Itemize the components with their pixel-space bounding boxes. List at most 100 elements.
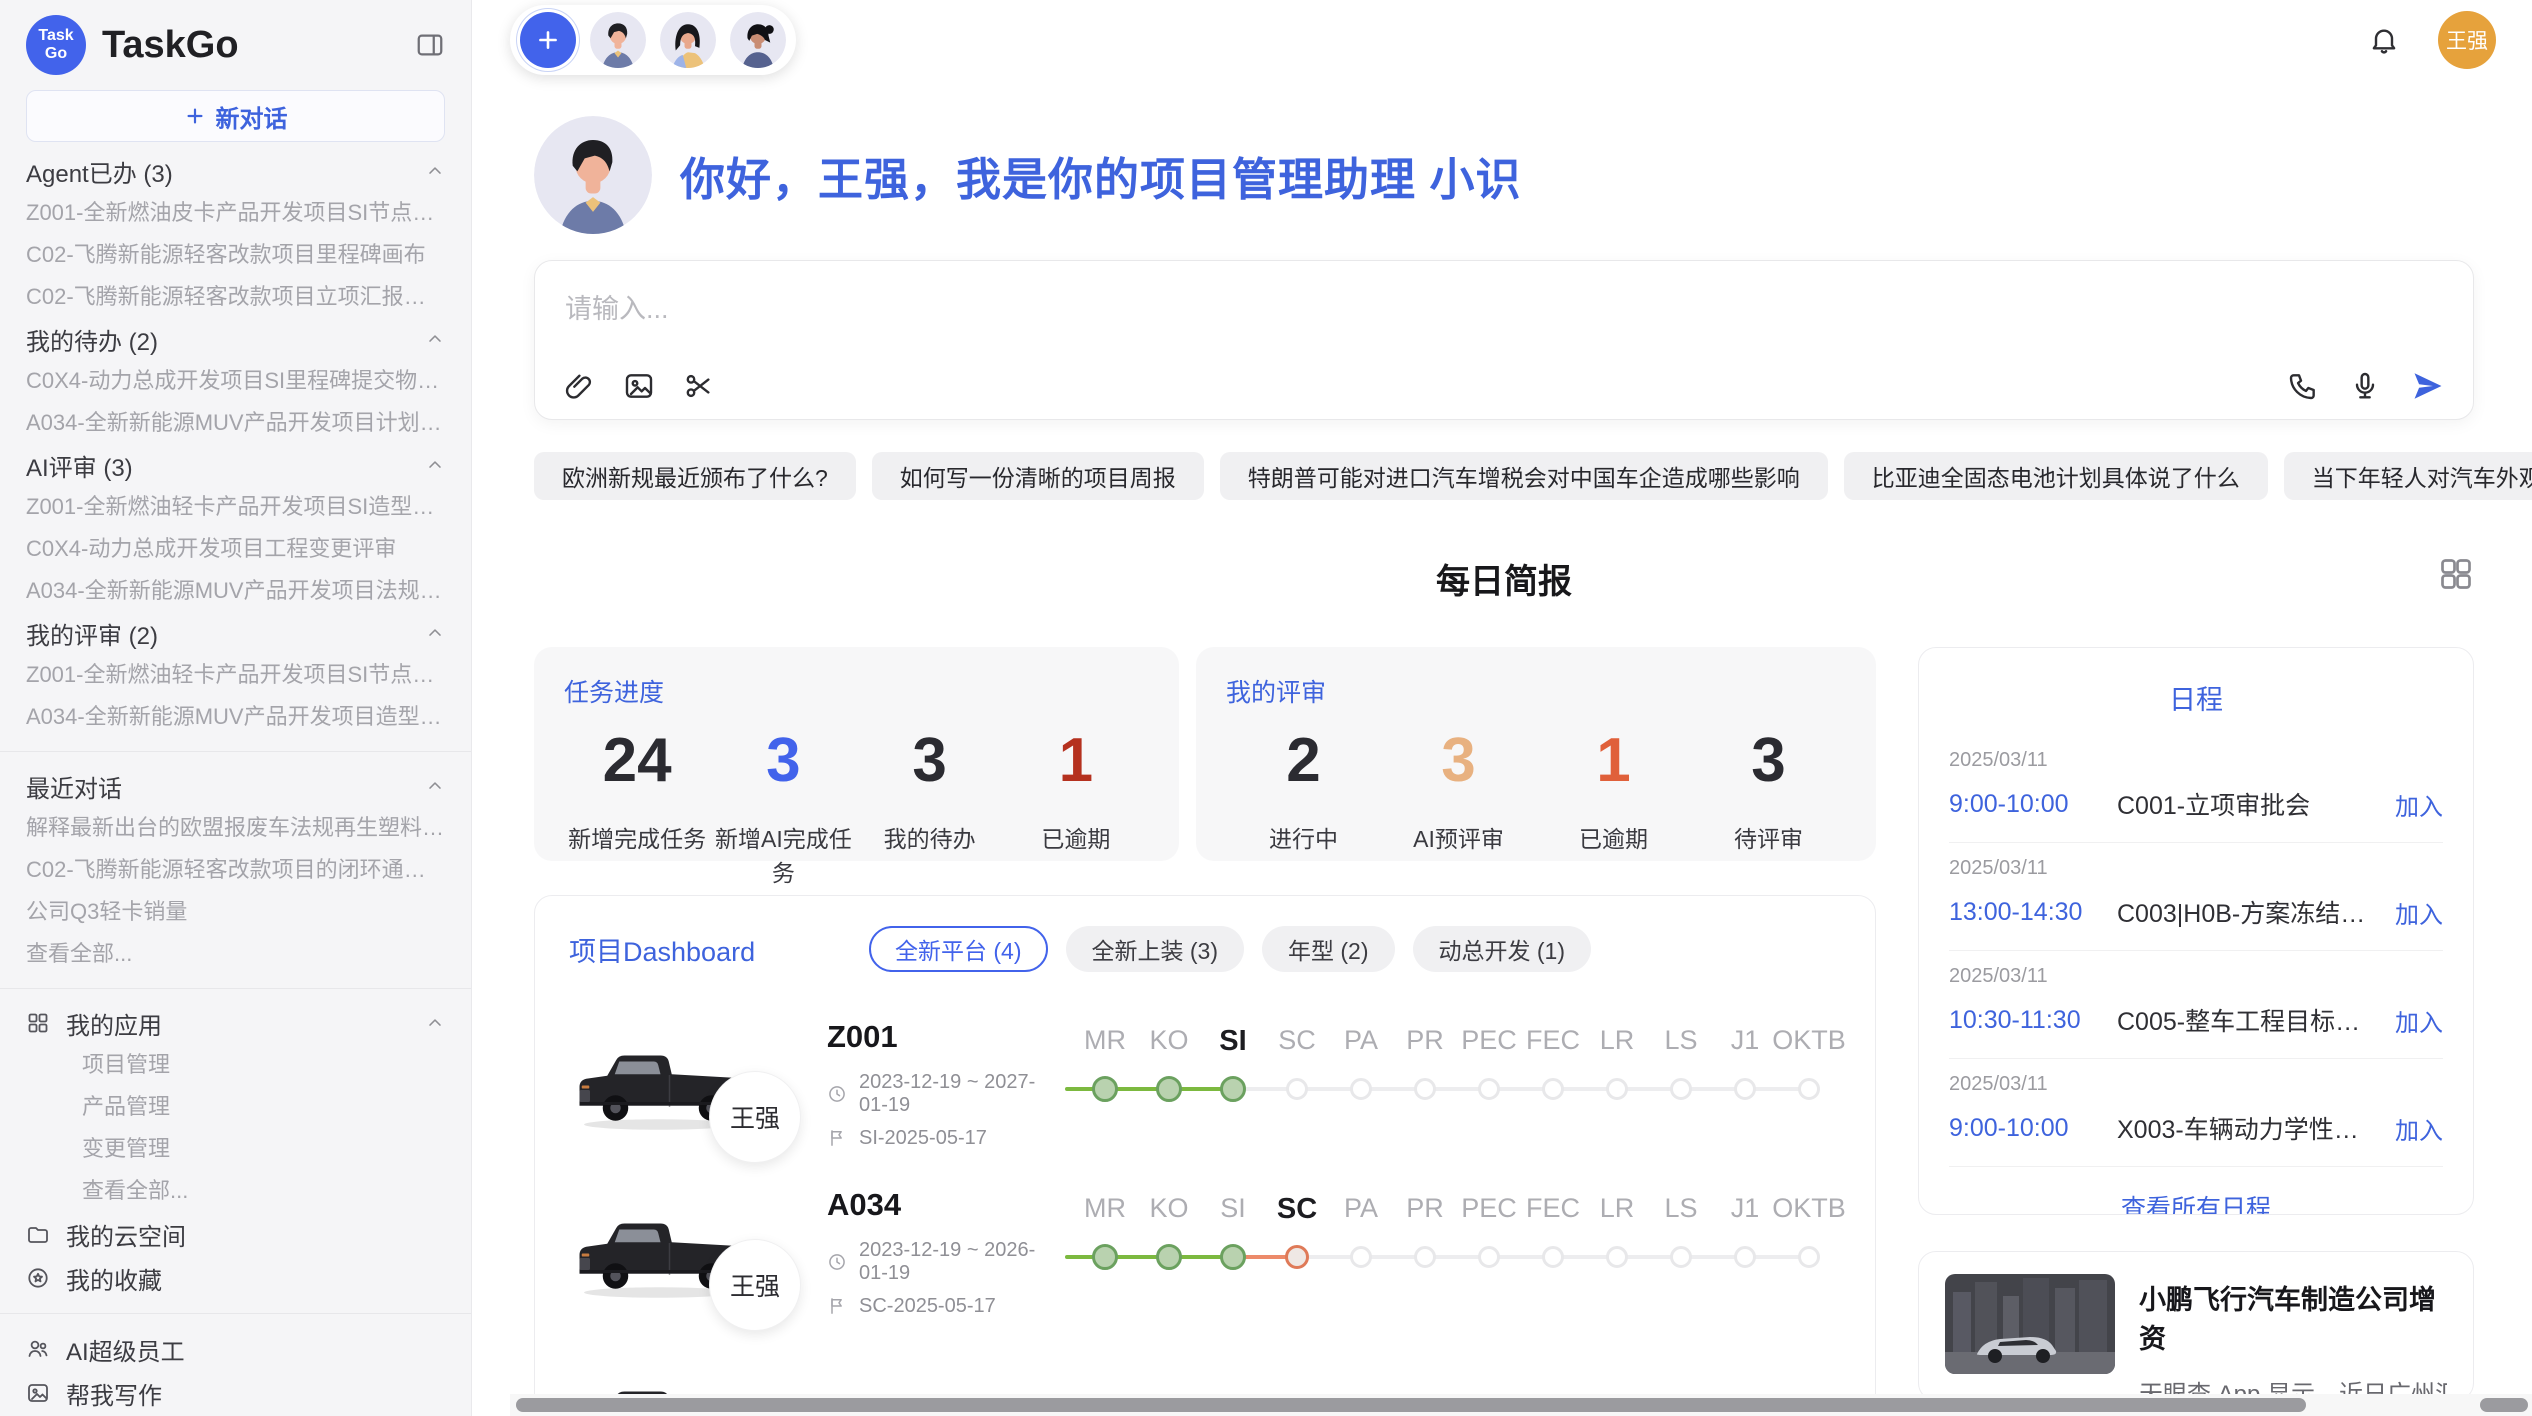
milestone-dot[interactable]	[1286, 1078, 1308, 1100]
sidebar-item[interactable]: A034-全新新能源MUV产品开发项目法规符合性评审	[26, 570, 445, 612]
sidebar-item[interactable]: 解释最新出台的欧盟报废车法规再生塑料比例被调至15%...	[26, 807, 445, 849]
milestone-dot[interactable]	[1478, 1078, 1500, 1100]
scrollbar-thumb-right[interactable]	[2480, 1398, 2528, 1412]
stat-value: 1	[1536, 725, 1691, 796]
user-avatar[interactable]: 王强	[2438, 11, 2496, 69]
milestone-dot[interactable]	[1092, 1244, 1118, 1270]
microphone-icon[interactable]	[2349, 370, 2381, 402]
suggestion-chip[interactable]: 特朗普可能对进口汽车增税会对中国车企造成哪些影响	[1220, 452, 1828, 500]
chat-composer[interactable]: 请输入...	[534, 260, 2474, 420]
milestone-dot[interactable]	[1220, 1244, 1246, 1270]
agent-avatar-2[interactable]	[660, 12, 716, 68]
project-row: 王强Z0012023-12-19 ~ 2027-01-19SI-2025-05-…	[569, 1000, 1841, 1168]
milestone-dot[interactable]	[1285, 1245, 1309, 1269]
sidebar-item[interactable]: A034-全新新能源MUV产品开发项目计划变更表编写	[26, 402, 445, 444]
milestone-dot[interactable]	[1670, 1246, 1692, 1268]
sidebar-section-header[interactable]: 我的应用	[26, 1002, 445, 1044]
voice-call-icon[interactable]	[2287, 370, 2319, 402]
sidebar-section-header[interactable]: Agent已办 (3)	[26, 150, 445, 192]
milestone-dot[interactable]	[1606, 1078, 1628, 1100]
milestone-dot[interactable]	[1798, 1078, 1820, 1100]
sidebar-tool-users[interactable]: AI超级员工	[26, 1327, 445, 1371]
sidebar-item[interactable]: Z001-全新燃油皮卡产品开发项目SI节点Lesson Learn报告	[26, 192, 445, 234]
join-meeting-link[interactable]: 加入	[2395, 1111, 2443, 1146]
dashboard-tab[interactable]: 动总开发 (1)	[1413, 926, 1592, 972]
milestone-dot[interactable]	[1414, 1246, 1436, 1268]
sidebar-item[interactable]: 产品管理	[26, 1086, 445, 1128]
milestone-dot[interactable]	[1734, 1078, 1756, 1100]
milestone-dot[interactable]	[1798, 1246, 1820, 1268]
chevron-up-icon[interactable]	[425, 776, 445, 796]
suggestion-chip[interactable]: 欧洲新规最近颁布了什么?	[534, 452, 856, 500]
chevron-up-icon[interactable]	[425, 161, 445, 181]
join-meeting-link[interactable]: 加入	[2395, 1003, 2443, 1038]
sidebar-divider	[0, 751, 471, 752]
sidebar-item[interactable]: C02-飞腾新能源轻客改款项目立项汇报方案	[26, 276, 445, 318]
new-chat-button[interactable]: 新对话	[26, 90, 445, 142]
assistant-avatar	[534, 116, 652, 234]
chevron-up-icon[interactable]	[425, 1013, 445, 1033]
collapse-sidebar-icon[interactable]	[415, 30, 445, 60]
screenshot-icon[interactable]	[683, 370, 715, 402]
milestone-dot[interactable]	[1414, 1078, 1436, 1100]
agent-avatar-1[interactable]	[590, 12, 646, 68]
project-row: 王强A0342023-12-19 ~ 2026-01-19SC-2025-05-…	[569, 1168, 1841, 1336]
dashboard-tab[interactable]: 年型 (2)	[1262, 926, 1395, 972]
chevron-up-icon[interactable]	[425, 455, 445, 475]
sidebar-item[interactable]: C02-飞腾新能源轻客改款项目里程碑画布	[26, 234, 445, 276]
milestone-dot[interactable]	[1092, 1076, 1118, 1102]
suggestion-chip[interactable]: 如何写一份清晰的项目周报	[872, 452, 1204, 500]
scrollbar-thumb[interactable]	[516, 1398, 2306, 1412]
sidebar-item[interactable]: 查看全部...	[26, 1170, 445, 1212]
join-meeting-link[interactable]: 加入	[2395, 895, 2443, 930]
sidebar-section-header[interactable]: 最近对话	[26, 765, 445, 807]
join-meeting-link[interactable]: 加入	[2395, 787, 2443, 822]
sidebar-item[interactable]: Z001-全新燃油轻卡产品开发项目SI造型提交物评审	[26, 486, 445, 528]
attach-image-icon[interactable]	[623, 370, 655, 402]
stat-label: 新增完成任务	[564, 820, 710, 854]
sidebar-tool-image[interactable]: 帮我写作	[26, 1371, 445, 1415]
sidebar-section-header[interactable]: 我的待办 (2)	[26, 318, 445, 360]
milestone-dot[interactable]	[1220, 1076, 1246, 1102]
milestone-dot[interactable]	[1542, 1246, 1564, 1268]
agent-avatar-3[interactable]	[730, 12, 786, 68]
sidebar-item[interactable]: 变更管理	[26, 1128, 445, 1170]
chevron-up-icon[interactable]	[425, 623, 445, 643]
sidebar-link-folder[interactable]: 我的云空间	[26, 1212, 445, 1256]
milestone-dot[interactable]	[1670, 1078, 1692, 1100]
sidebar-item[interactable]: 查看全部...	[26, 933, 445, 975]
sidebar-item[interactable]: C02-飞腾新能源轻客改款项目的闭环通告反馈情况	[26, 849, 445, 891]
sidebar-section-header[interactable]: AI评审 (3)	[26, 444, 445, 486]
news-card[interactable]: 小鹏飞行汽车制造公司增资 天眼查 App 显示，近日广州汇天飞行汽...	[1918, 1251, 2474, 1401]
suggestion-chip[interactable]: 当下年轻人对汽车外观有怎样的喜好趋势	[2284, 452, 2532, 500]
milestone-dot[interactable]	[1156, 1076, 1182, 1102]
sidebar-item[interactable]: C0X4-动力总成开发项目SI里程碑提交物检查	[26, 360, 445, 402]
sidebar-item[interactable]: C0X4-动力总成开发项目工程变更评审	[26, 528, 445, 570]
layout-grid-icon[interactable]	[2438, 556, 2474, 592]
send-icon[interactable]	[2411, 369, 2445, 403]
sidebar-link-label: 我的云空间	[66, 1217, 186, 1252]
notification-bell-icon[interactable]	[2368, 24, 2400, 56]
milestone-dot[interactable]	[1478, 1246, 1500, 1268]
milestone-dot[interactable]	[1156, 1244, 1182, 1270]
milestone-dot[interactable]	[1542, 1078, 1564, 1100]
dashboard-tab[interactable]: 全新上装 (3)	[1066, 926, 1245, 972]
sidebar-section-header[interactable]: 我的评审 (2)	[26, 612, 445, 654]
view-all-schedule-link[interactable]: 查看所有日程	[1949, 1167, 2443, 1215]
sidebar-item[interactable]: Z001-全新燃油轻卡产品开发项目SI节点属性5D文件评审	[26, 654, 445, 696]
sidebar-item[interactable]: 项目管理	[26, 1044, 445, 1086]
dashboard-tab[interactable]: 全新平台 (4)	[869, 926, 1048, 972]
sidebar-link-star-badge[interactable]: 我的收藏	[26, 1256, 445, 1300]
sidebar-item[interactable]: 公司Q3轻卡销量	[26, 891, 445, 933]
suggestion-chip[interactable]: 比亚迪全固态电池计划具体说了什么	[1844, 452, 2268, 500]
milestone-dot[interactable]	[1734, 1246, 1756, 1268]
horizontal-scrollbar[interactable]	[510, 1394, 2532, 1416]
chevron-up-icon[interactable]	[425, 329, 445, 349]
milestone-dot[interactable]	[1606, 1246, 1628, 1268]
sidebar-item[interactable]: A034-全新新能源MUV产品开发项目造型可行性评审	[26, 696, 445, 738]
attach-file-icon[interactable]	[563, 370, 595, 402]
milestone-label: PA	[1344, 1025, 1378, 1056]
milestone-dot[interactable]	[1350, 1078, 1372, 1100]
add-agent-button[interactable]	[520, 12, 576, 68]
milestone-dot[interactable]	[1350, 1246, 1372, 1268]
